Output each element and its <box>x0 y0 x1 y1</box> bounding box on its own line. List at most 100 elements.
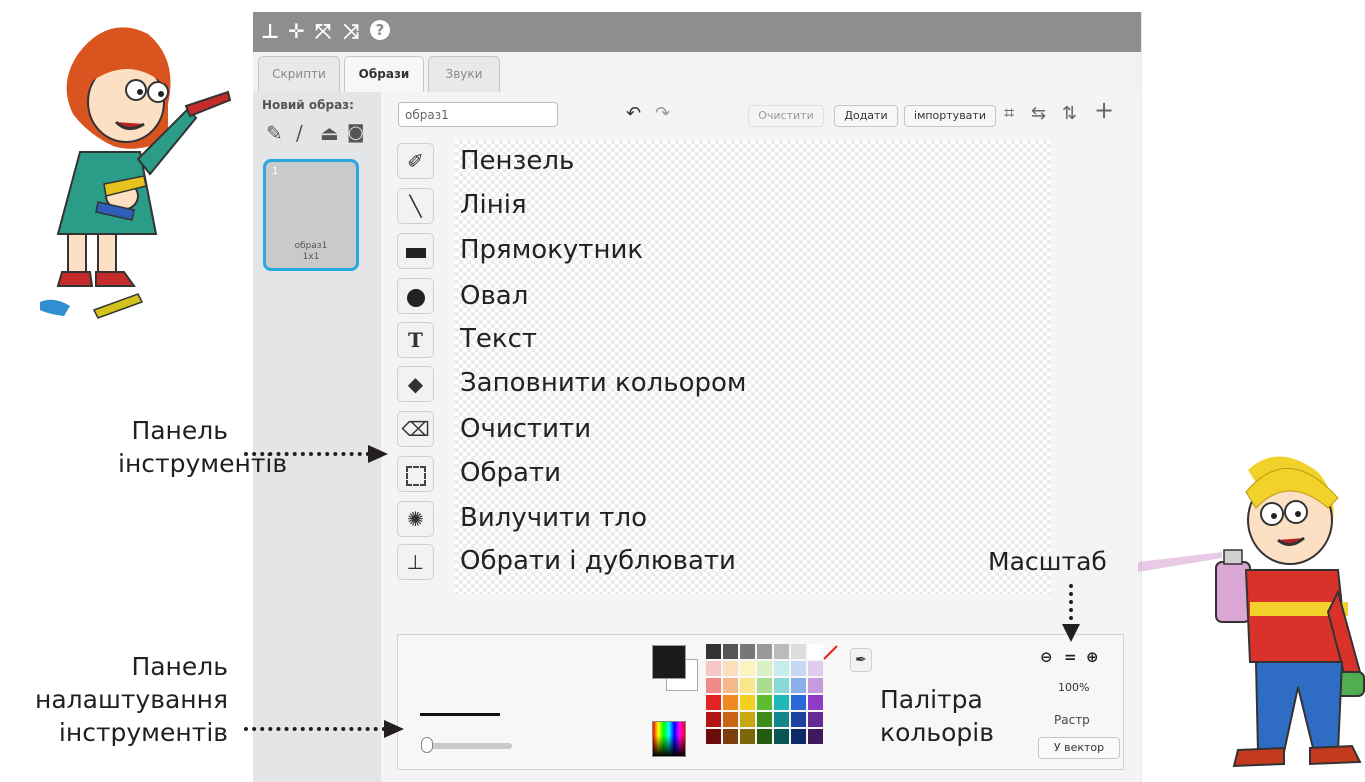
palette-swatch[interactable] <box>808 644 823 659</box>
eraser-icon: ⌫ <box>401 417 430 441</box>
palette-swatch[interactable] <box>808 729 823 744</box>
palette-swatch[interactable] <box>808 712 823 727</box>
line-width-slider-knob[interactable] <box>421 737 433 753</box>
ellipse-tool[interactable] <box>397 278 434 314</box>
shrink-icon[interactable]: ⤨ <box>343 20 359 42</box>
palette-swatch[interactable] <box>706 661 721 676</box>
undo-icon[interactable]: ↶ <box>626 103 641 124</box>
palette-swatch[interactable] <box>723 661 738 676</box>
transparent-swatch-icon <box>823 645 838 660</box>
palette-swatch[interactable] <box>723 729 738 744</box>
palette-swatch[interactable] <box>723 695 738 710</box>
palette-swatch[interactable] <box>791 695 806 710</box>
palette-swatch[interactable] <box>706 695 721 710</box>
palette-swatch[interactable] <box>791 661 806 676</box>
palette-swatch[interactable] <box>774 729 789 744</box>
stamp-icon: ⊥ <box>406 550 425 574</box>
grow-icon[interactable]: ✛ <box>288 20 305 42</box>
annotation-line: Панель <box>131 416 228 445</box>
remove-background-tool[interactable]: ✺ <box>397 501 434 537</box>
palette-swatch[interactable] <box>808 695 823 710</box>
color-spectrum[interactable] <box>652 721 686 757</box>
eyedropper-button[interactable]: ✒ <box>850 648 872 672</box>
palette-swatch[interactable] <box>740 729 755 744</box>
annotation-line: кольорів <box>880 718 994 747</box>
line-width-slider[interactable] <box>422 743 512 749</box>
transparent-swatch[interactable] <box>822 644 838 660</box>
fill-label: Заповнити кольором <box>460 368 747 398</box>
clear-button[interactable]: Очистити <box>748 105 824 127</box>
palette-swatch[interactable] <box>774 661 789 676</box>
palette-swatch[interactable] <box>740 644 755 659</box>
top-toolbar: ⊥ ✛ ⤧ ⤨ ? <box>253 12 1141 52</box>
tab-scripts[interactable]: Скрипти <box>258 56 340 92</box>
help-icon[interactable]: ? <box>370 20 390 40</box>
palette-swatch[interactable] <box>757 661 772 676</box>
palette-swatch[interactable] <box>774 678 789 693</box>
set-center-icon[interactable]: + <box>1094 98 1114 122</box>
palette-swatch[interactable] <box>791 678 806 693</box>
brush-label: Пензель <box>460 146 575 176</box>
brush-line-icon[interactable]: / <box>296 121 303 145</box>
palette-swatch[interactable] <box>808 678 823 693</box>
palette-swatch[interactable] <box>757 644 772 659</box>
add-button[interactable]: Додати <box>834 105 898 127</box>
tab-costumes[interactable]: Образи <box>344 56 424 92</box>
primary-color[interactable] <box>652 645 686 679</box>
palette-swatch[interactable] <box>740 712 755 727</box>
zoom-in-icon[interactable]: ⊕ <box>1086 648 1099 666</box>
palette-swatch[interactable] <box>706 644 721 659</box>
expand-icon[interactable]: ⤧ <box>315 20 331 42</box>
palette-swatch[interactable] <box>723 678 738 693</box>
palette-swatch[interactable] <box>791 644 806 659</box>
camera-icon[interactable]: ◙ <box>347 121 364 145</box>
stamp-tool[interactable]: ⊥ <box>397 544 434 580</box>
annotation-line: налаштування <box>35 685 228 714</box>
palette-swatch[interactable] <box>706 678 721 693</box>
palette-swatch[interactable] <box>791 729 806 744</box>
line-tool[interactable]: ╲ <box>397 188 434 224</box>
zoom-reset-icon[interactable]: = <box>1064 648 1077 666</box>
text-icon: T <box>408 328 423 352</box>
settings-panel-annotation: Панель налаштування інструментів <box>20 650 228 749</box>
palette-swatch[interactable] <box>740 695 755 710</box>
palette-swatch[interactable] <box>723 644 738 659</box>
rectangle-icon <box>405 247 426 258</box>
rectangle-tool[interactable] <box>397 233 434 269</box>
palette-swatch[interactable] <box>740 661 755 676</box>
costume-thumbnail[interactable]: 1 образ1 1x1 <box>263 159 359 271</box>
palette-swatch[interactable] <box>757 729 772 744</box>
palette-swatch[interactable] <box>791 712 806 727</box>
flip-horizontal-icon[interactable]: ⇆ <box>1031 103 1046 125</box>
palette-swatch[interactable] <box>774 644 789 659</box>
brush-tool[interactable]: ✐ <box>397 143 434 179</box>
select-tool[interactable] <box>397 456 434 492</box>
costume-size: 1x1 <box>302 252 320 262</box>
text-tool[interactable]: T <box>397 322 434 358</box>
palette-swatch[interactable] <box>757 712 772 727</box>
flip-vertical-icon[interactable]: ⇅ <box>1062 103 1077 125</box>
palette-swatch[interactable] <box>757 695 772 710</box>
palette-swatch[interactable] <box>723 712 738 727</box>
upload-icon[interactable]: ⏏ <box>320 121 339 145</box>
zoom-out-icon[interactable]: ⊖ <box>1040 648 1053 666</box>
palette-swatch[interactable] <box>740 678 755 693</box>
eraser-tool[interactable]: ⌫ <box>397 411 434 447</box>
palette-swatch[interactable] <box>774 695 789 710</box>
fill-tool[interactable]: ◆ <box>397 366 434 402</box>
crop-icon[interactable]: ⌗ <box>1004 103 1014 125</box>
palette-swatch[interactable] <box>706 712 721 727</box>
import-button[interactable]: імпортувати <box>904 105 996 127</box>
palette-swatch[interactable] <box>706 729 721 744</box>
costume-name-field[interactable]: образ1 <box>398 102 558 127</box>
convert-to-vector-button[interactable]: У вектор <box>1038 737 1120 759</box>
stamp-label: Обрати і дублювати <box>460 546 736 576</box>
paint-new-icon[interactable]: ✎ <box>266 121 283 145</box>
tab-sounds[interactable]: Звуки <box>428 56 500 92</box>
palette-swatch[interactable] <box>774 712 789 727</box>
stamp-icon[interactable]: ⊥ <box>261 20 279 42</box>
redo-icon[interactable]: ↷ <box>655 103 670 124</box>
toolbar-pointer-line <box>244 452 370 456</box>
palette-swatch[interactable] <box>757 678 772 693</box>
palette-swatch[interactable] <box>808 661 823 676</box>
